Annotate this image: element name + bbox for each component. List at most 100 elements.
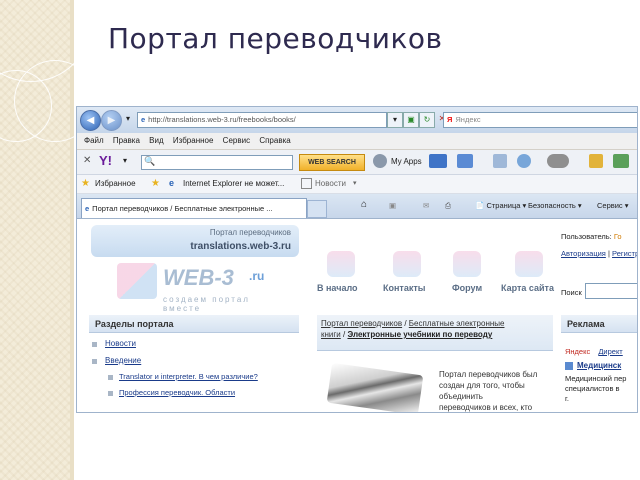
close-toolbar-icon[interactable]: ✕ — [83, 155, 91, 166]
compat-view-icon[interactable]: ▣ — [403, 112, 419, 128]
web-page: Портал переводчиков translations.web-3.r… — [77, 219, 637, 412]
back-button[interactable]: ◀ — [80, 110, 101, 131]
search-label: Поиск — [561, 288, 582, 297]
auth-separator: | — [607, 249, 610, 258]
favorite-item-ie[interactable]: Internet Explorer не может... — [183, 179, 284, 188]
sidebar-bullet — [108, 391, 113, 396]
sidebar-item-intro[interactable]: Введение — [105, 356, 141, 365]
toolbar-icon-4[interactable] — [517, 154, 531, 168]
tab-current[interactable]: e Портал переводчиков / Бесплатные электр… — [81, 198, 307, 218]
ads-title: Реклама — [561, 315, 637, 333]
web-search-button[interactable]: WEB SEARCH — [299, 154, 365, 171]
page-icon: e — [141, 115, 146, 124]
yahoo-logo[interactable]: Y! — [99, 153, 112, 168]
refresh-icon[interactable]: ↻ — [419, 112, 435, 128]
logo-puzzle-icon — [117, 263, 157, 299]
breadcrumb: Портал переводчиков / Бесплатные электро… — [317, 315, 553, 351]
history-dropdown-icon[interactable]: ▾ — [121, 112, 135, 126]
address-dropdown-icon[interactable]: ▾ — [387, 112, 403, 128]
toolbar-icon-3[interactable] — [493, 154, 507, 168]
sidebar-bullet — [108, 375, 113, 380]
browser-screenshot: ◀ ▶ ▾ e http://translations.web-3.ru/free… — [76, 106, 638, 413]
site-slogan: создаем портал вместе — [163, 295, 250, 313]
ad-link[interactable]: Медицинск — [577, 361, 621, 370]
feed-icon — [301, 178, 312, 189]
mail-read-icon[interactable]: ✉ — [423, 201, 429, 210]
add-favorite-icon[interactable]: ★ — [151, 178, 160, 189]
menu-bar: Файл Правка Вид Избранное Сервис Справка — [77, 133, 637, 150]
security-menu[interactable]: Безопасность ▾ — [528, 201, 582, 210]
nav-contacts[interactable]: Контакты — [383, 283, 425, 293]
favorites-star-icon: ★ — [81, 178, 90, 189]
menu-edit[interactable]: Правка — [113, 133, 140, 149]
breadcrumb-portal[interactable]: Портал переводчиков — [321, 319, 402, 328]
toolbar-icon-6[interactable] — [589, 154, 603, 168]
ad-icon — [565, 362, 573, 370]
menu-file[interactable]: Файл — [84, 133, 104, 149]
breadcrumb-books[interactable]: книги — [321, 330, 341, 339]
sidebar-bullet — [92, 342, 97, 347]
page-menu-icon: 📄 — [475, 201, 487, 210]
toolbar-icon-7[interactable] — [613, 154, 629, 168]
home-nav-icon — [327, 251, 355, 277]
toolbar-icon-5[interactable] — [547, 154, 569, 168]
sidebar-subitem-profession[interactable]: Профессия переводчик. Области — [119, 388, 235, 397]
my-apps-button[interactable]: My Apps — [391, 157, 422, 166]
logo-text: WEB-3 — [163, 265, 234, 290]
portal-header-domain: translations.web-3.ru — [190, 241, 291, 252]
sidebar-bullet — [92, 359, 97, 364]
site-logo[interactable]: WEB-3 .ru создаем портал вместе — [117, 259, 287, 313]
menu-tools[interactable]: Сервис — [223, 133, 250, 149]
search-engine-input[interactable]: Я Яндекс — [443, 112, 637, 128]
article-text: Портал переводчиков был создан для того,… — [439, 370, 538, 412]
user-label: Пользователь: Го — [561, 232, 622, 241]
yahoo-dropdown-icon[interactable]: ▾ — [123, 156, 127, 165]
tools-menu[interactable]: Сервис ▾ — [597, 201, 629, 210]
favorite-item-news[interactable]: Новости — [315, 179, 346, 188]
favorites-bar: ★ Избранное ★ e Internet Explorer не мож… — [77, 175, 637, 194]
address-bar-row: ◀ ▶ ▾ e http://translations.web-3.ru/free… — [77, 107, 637, 133]
ads-source: Яндекс Директ — [565, 347, 623, 356]
yahoo-toolbar: ✕ Y! ▾ 🔍 WEB SEARCH My Apps — [77, 150, 637, 175]
mail-icon[interactable] — [429, 154, 447, 168]
breadcrumb-current: Электронные учебники по переводу — [347, 330, 493, 339]
portal-header-title: Портал переводчиков — [209, 228, 291, 237]
menu-help[interactable]: Справка — [259, 133, 290, 149]
print-icon[interactable]: ⎙ — [445, 201, 451, 211]
breadcrumb-sep: / — [343, 330, 346, 339]
yahoo-search-input[interactable]: 🔍 — [141, 155, 293, 170]
search-icon: 🔍 — [144, 156, 156, 166]
toolbar-icon-2[interactable] — [457, 154, 473, 168]
yandex-icon: Я — [447, 115, 453, 124]
sidebar-title: Разделы портала — [89, 315, 299, 333]
menu-view[interactable]: Вид — [149, 133, 163, 149]
page-menu[interactable]: 📄 Страница ▾ — [475, 201, 526, 210]
slide-title: Портал переводчиков — [108, 22, 443, 55]
ad-text: Медицинский пер специалистов в г. — [565, 374, 627, 403]
nav-home[interactable]: В начало — [317, 283, 358, 293]
logo-domain: .ru — [249, 269, 265, 283]
forward-button[interactable]: ▶ — [101, 110, 122, 131]
menu-favorites[interactable]: Избранное — [173, 133, 214, 149]
new-tab-button[interactable] — [307, 200, 327, 218]
nav-sitemap[interactable]: Карта сайта — [501, 283, 554, 293]
home-icon[interactable]: ⌂ — [361, 199, 367, 210]
rss-icon[interactable]: ▣ — [389, 201, 396, 210]
register-link[interactable]: Регистр — [612, 249, 637, 258]
site-search-input[interactable] — [585, 283, 637, 299]
article-image — [326, 362, 424, 412]
nav-forum[interactable]: Форум — [452, 283, 482, 293]
tab-page-icon: e — [85, 204, 90, 213]
breadcrumb-sep: / — [404, 319, 407, 328]
sidebar-item-news[interactable]: Новости — [105, 339, 136, 348]
favorites-button[interactable]: Избранное — [95, 179, 136, 188]
auth-link[interactable]: Авторизация — [561, 249, 606, 258]
tab-bar: e Портал переводчиков / Бесплатные электр… — [77, 194, 637, 219]
chevron-down-icon[interactable]: ▾ — [353, 179, 357, 187]
address-input[interactable]: e http://translations.web-3.ru/freebooks/… — [137, 112, 387, 128]
forum-nav-icon — [453, 251, 481, 277]
sitemap-nav-icon — [515, 251, 543, 277]
ie-page-icon: e — [169, 178, 175, 188]
sidebar-subitem-translator[interactable]: Translator и interpreter. В чем различие… — [119, 372, 258, 381]
breadcrumb-free-books[interactable]: Бесплатные электронные — [409, 319, 505, 328]
